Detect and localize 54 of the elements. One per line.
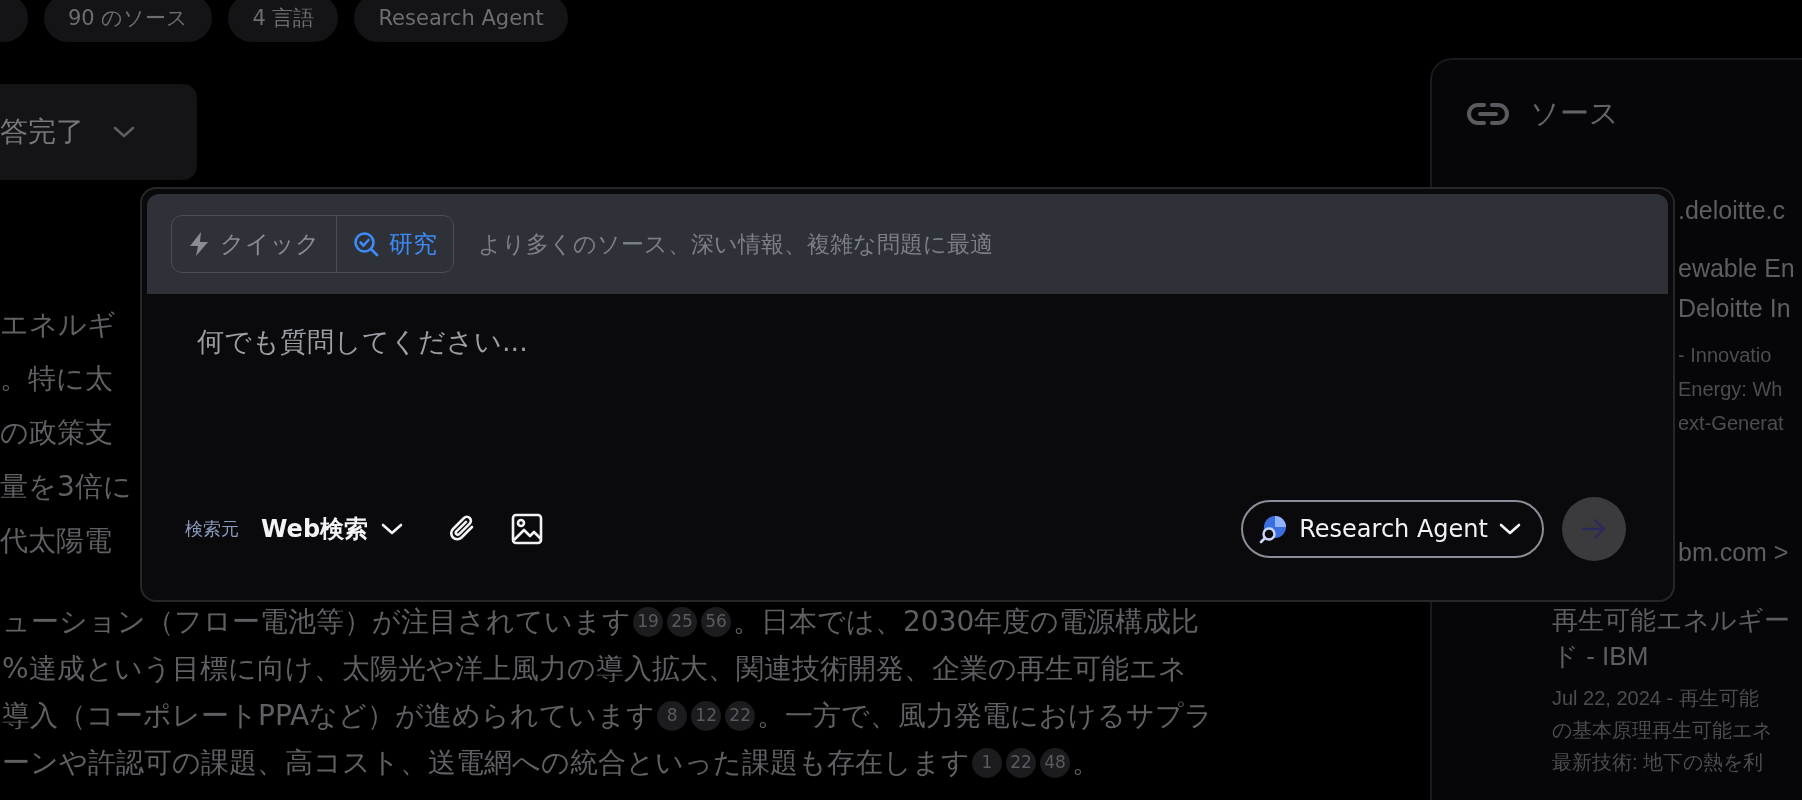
question-field[interactable]: クイック 研究 より多くのソース、深い情報、複雑な問題に最適 何でも質問してください... 検索元 Web検索 Research Agent (140, 187, 1675, 602)
tag-pill: 90 のソース (44, 0, 213, 42)
status-label: 答完了 (0, 114, 84, 150)
mode-tab[interactable]: 研究 (336, 216, 453, 272)
citation-badge[interactable]: 56 (701, 606, 731, 637)
answer-text: %達成という目標に向け、太陽光や洋上風力の導入拡大、関連技術開発、企業の再生可能エネ (2, 651, 1187, 687)
source-snippet: Energy: Wh (1678, 377, 1783, 402)
answer-text: ューション（フロー電池等）が注目されています (2, 604, 631, 640)
source-site[interactable]: bm.com > (1678, 532, 1789, 572)
citation-badge[interactable]: 12 (691, 700, 722, 731)
answer-text: 。一方で、風力発電におけるサプラ (757, 698, 1214, 734)
answer-text: 量を3倍に (0, 469, 132, 505)
answer-text: 導入（コーポレートPPAなど）が進められています (2, 698, 656, 734)
answer-text: ーンや許認可の課題、高コスト、送電網への統合といった課題も存在します (2, 745, 970, 781)
status-dropdown[interactable]: 答完了 (0, 84, 197, 180)
citation-badge[interactable]: 22 (1006, 747, 1036, 778)
source-snippet: 最新技術: 地下の熱を利 (1552, 750, 1764, 775)
citation-badge[interactable]: 22 (725, 700, 756, 731)
source-title[interactable]: ド - IBM (1552, 638, 1649, 674)
answer-text: 代太陽電 (0, 523, 112, 559)
answer-text: 。日本では、2030年度の電源構成比 (733, 604, 1200, 640)
chevron-down-icon (1498, 522, 1522, 536)
citation-badge[interactable]: 48 (1040, 747, 1070, 778)
citation-badge[interactable]: 19 (633, 606, 663, 637)
citation-badge[interactable]: 25 (667, 606, 697, 637)
agent-dropdown[interactable]: Research Agent (1241, 500, 1544, 558)
source-site[interactable]: .deloitte.c (1678, 190, 1785, 230)
source-snippet: ext-Generat (1678, 411, 1784, 436)
arrow-right-icon (1581, 518, 1607, 540)
chevron-down-icon (380, 522, 405, 536)
panel-title: ソース (1530, 95, 1619, 132)
source-snippet: Jul 22, 2024 - 再生可能 (1552, 686, 1759, 711)
source-snippet: - Innovatio (1678, 343, 1772, 368)
link-icon (1466, 102, 1510, 126)
answer-text: の政策支 (0, 415, 113, 451)
search-check-icon (353, 231, 379, 257)
source-title[interactable]: ewable En (1678, 248, 1795, 288)
citation-badge[interactable]: 1 (972, 747, 1002, 778)
mode-tab[interactable]: クイック (172, 216, 336, 272)
citation-badge[interactable]: 8 (657, 700, 688, 731)
image-icon[interactable] (510, 512, 545, 546)
mode-hint: より多くのソース、深い情報、複雑な問題に最適 (478, 229, 993, 259)
tag-pill: 4 言語 (228, 0, 339, 42)
answer-text: 。特に太 (0, 361, 113, 397)
chevron-down-icon (112, 125, 136, 139)
source-label: 検索元 (185, 517, 239, 541)
answer-text: エネルギ (0, 307, 116, 343)
tag-pill: Research Agent (354, 0, 568, 42)
source-snippet: の基本原理再生可能エネ (1552, 718, 1772, 743)
lightning-icon (188, 231, 210, 257)
source-title[interactable]: Deloitte In (1678, 288, 1791, 328)
source-title[interactable]: 再生可能エネルギー (1552, 602, 1790, 638)
source-dropdown[interactable]: Web検索 (261, 513, 417, 545)
answer-text: 。 (1072, 745, 1100, 781)
